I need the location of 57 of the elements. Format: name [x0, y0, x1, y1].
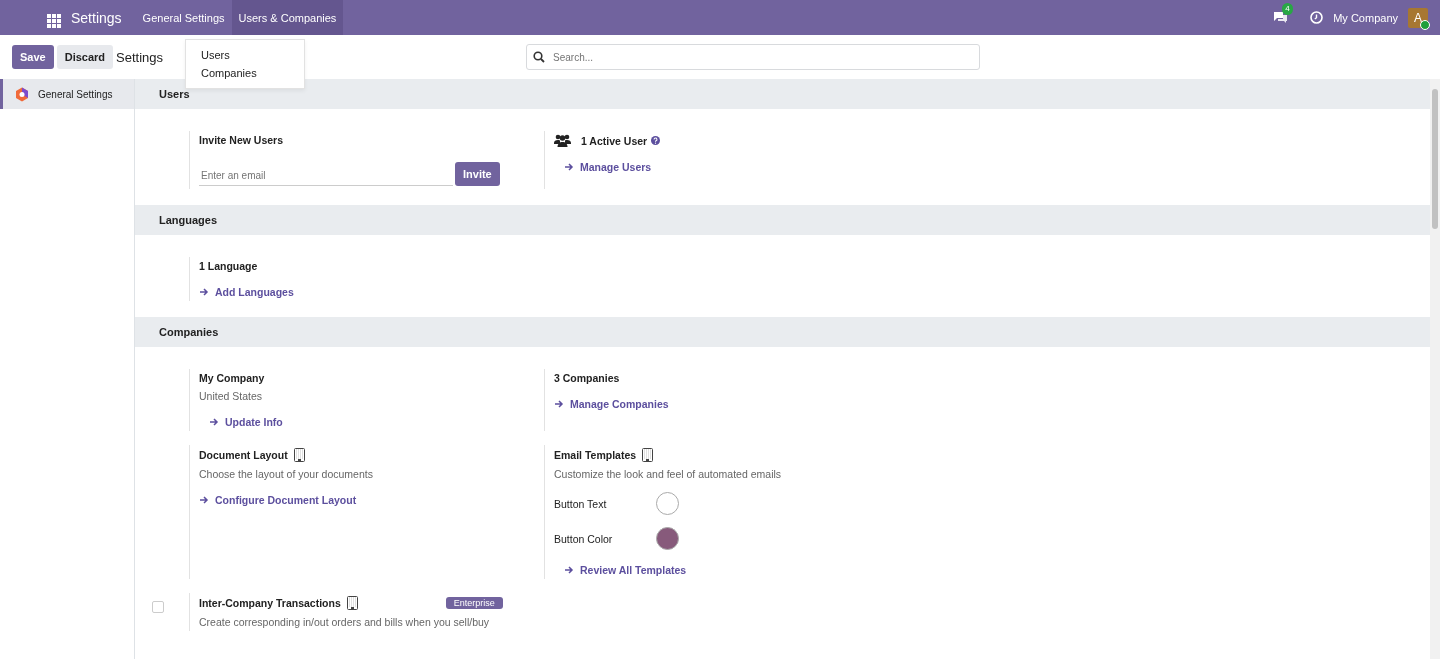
setting-title: 3 Companies [554, 372, 620, 384]
setting-title: My Company [199, 372, 265, 384]
setting-title: 1 Active User [581, 134, 648, 147]
color-swatch[interactable] [656, 492, 679, 515]
mobile-device-icon [642, 448, 654, 462]
setting-description: Choose the layout of your documents [199, 468, 373, 480]
search-field[interactable]: Search... [526, 44, 981, 70]
hexagon-logo-icon [15, 86, 29, 102]
clock-icon[interactable] [1310, 11, 1324, 24]
company-switcher[interactable]: My Company [1333, 11, 1398, 24]
setting-description: Create corresponding in/out orders and bills when you sell/buy [199, 616, 491, 628]
scrollbar-thumb[interactable] [1432, 89, 1438, 229]
menu-item[interactable]: General Settings [135, 0, 232, 35]
setting-description: Customize the look and feel of automated emails [554, 468, 782, 480]
checkbox[interactable] [152, 601, 164, 613]
scrollbar[interactable] [1430, 79, 1440, 659]
mobile-device-icon [346, 596, 358, 610]
arrow-icon [554, 399, 564, 409]
chat-icon[interactable] [1273, 11, 1289, 24]
link[interactable]: Review All Templates [564, 564, 782, 576]
search-icon [533, 51, 546, 63]
mobile-device-icon [293, 448, 305, 462]
setting-title: 1 Language [199, 260, 258, 272]
section-header: Languages [135, 205, 1430, 235]
setting-title: Inter-Company Transactions [199, 597, 341, 609]
link[interactable]: Configure Document Layout [199, 494, 373, 506]
dropdown-item[interactable]: Companies [195, 64, 295, 82]
color-label: Button Color [554, 532, 613, 545]
color-swatch[interactable] [656, 527, 679, 550]
breadcrumb: Settings [116, 49, 164, 65]
setting-title: Document Layout [199, 449, 288, 461]
app-title[interactable]: Settings [71, 9, 122, 26]
menu-item[interactable]: Users & Companies [231, 0, 344, 35]
action-button[interactable]: Save [12, 45, 54, 69]
dropdown-item[interactable]: Users [195, 46, 295, 64]
setting-title: Email Templates [554, 449, 637, 461]
enterprise-badge: Enterprise [445, 597, 503, 609]
users-icon [554, 134, 571, 147]
company-country: United States [199, 390, 264, 402]
link[interactable]: Manage Users [564, 161, 661, 173]
arrow-icon [199, 495, 209, 505]
section-header: Companies [135, 317, 1430, 347]
arrow-icon [564, 565, 574, 575]
section-header: Users [135, 79, 1430, 109]
arrow-icon [199, 287, 209, 297]
notification-badge: 4 [1282, 3, 1293, 15]
invite-button[interactable]: Invite [455, 162, 500, 186]
setting-title: Invite New Users [199, 134, 284, 146]
arrow-icon [564, 162, 574, 172]
link[interactable]: Manage Companies [554, 398, 669, 410]
link[interactable]: Add Languages [199, 286, 294, 298]
action-button[interactable]: Discard [56, 45, 114, 69]
user-avatar[interactable]: A [1408, 7, 1428, 28]
arrow-icon [209, 417, 219, 427]
link[interactable]: Update Info [209, 416, 283, 428]
color-label: Button Text [554, 497, 607, 510]
sidebar-item[interactable]: General Settings [0, 79, 134, 109]
